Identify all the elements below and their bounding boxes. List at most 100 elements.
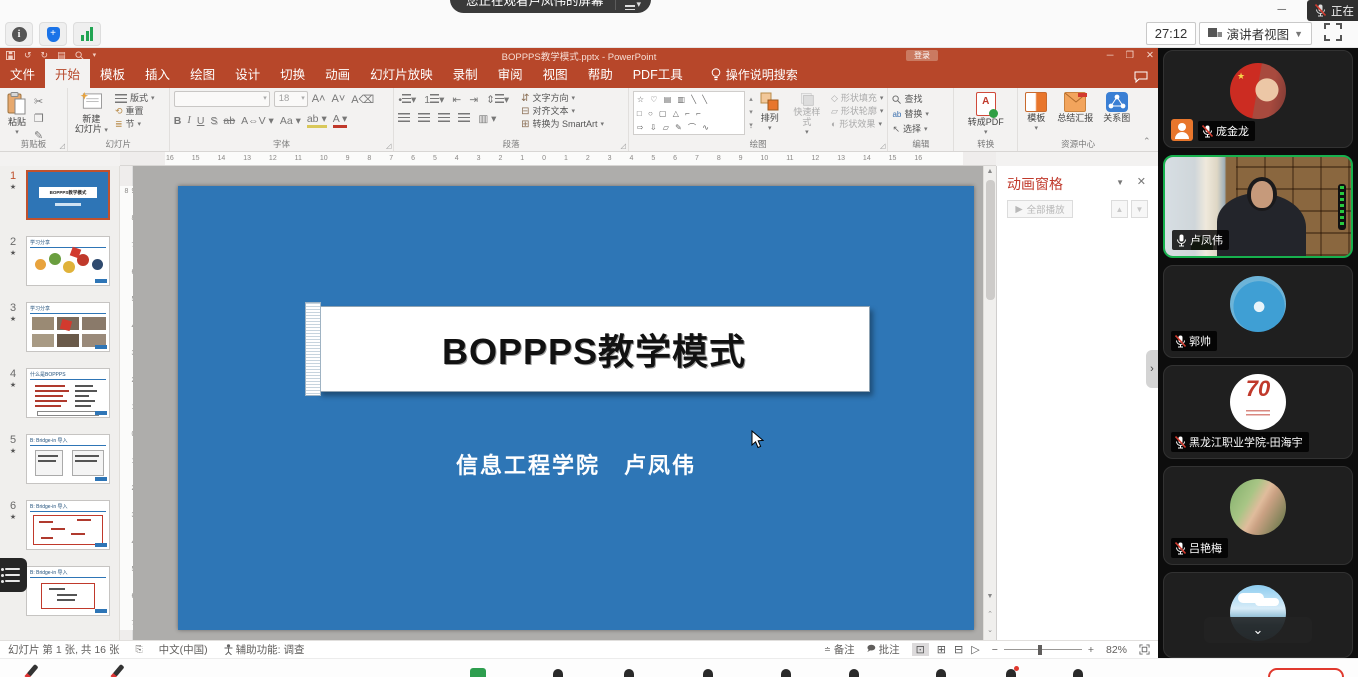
reset-button[interactable]: ⟲重置: [115, 106, 155, 117]
slide-scrollbar[interactable]: ▲ ▼ ⌃ ⌄: [983, 166, 996, 640]
slide-title-box[interactable]: BOPPPS教学模式: [318, 306, 870, 392]
win-minimize-icon[interactable]: ─: [1107, 50, 1114, 61]
slide-7-preview[interactable]: B: Bridge-in 导入: [26, 566, 110, 616]
new-slide-button[interactable]: 新建 幻灯片 ▾: [72, 91, 111, 137]
font-color-button[interactable]: A ▾: [333, 113, 348, 128]
align-right-button[interactable]: [438, 113, 450, 125]
toolbar-icon[interactable]: [936, 669, 946, 677]
minimize-icon[interactable]: ─: [1277, 2, 1286, 16]
participant-tile[interactable]: 70 黑龙江职业学院-田海宇: [1163, 365, 1353, 459]
thumbnail-slide-2[interactable]: 2★ 学习分享: [0, 236, 119, 286]
numbering-button[interactable]: 1▾: [424, 94, 444, 106]
toolbar-icon[interactable]: [703, 669, 713, 677]
participant-tile[interactable]: 郭帅: [1163, 265, 1353, 358]
zoom-in-icon[interactable]: +: [1088, 644, 1094, 656]
copy-icon[interactable]: ❐: [34, 112, 44, 125]
slide-6-preview[interactable]: B: Bridge-in 导入: [26, 500, 110, 550]
shape-outline-button[interactable]: ▱形状轮廓▾: [831, 106, 883, 117]
pane-close-icon[interactable]: ✕: [1137, 175, 1146, 188]
select-button[interactable]: ↖选择▾: [892, 124, 928, 135]
annotation-pen-icon[interactable]: [26, 664, 38, 677]
signin-button[interactable]: 登录: [906, 50, 938, 61]
justify-button[interactable]: [458, 113, 470, 125]
participant-tile[interactable]: ⌄: [1163, 572, 1353, 658]
thumbnail-slide-1[interactable]: 1★ BOPPPS教学模式: [0, 170, 119, 220]
zoom-percent[interactable]: 82%: [1106, 644, 1127, 656]
columns-button[interactable]: ▥ ▾: [478, 113, 496, 125]
accessibility-status[interactable]: 辅助功能: 调查: [224, 642, 305, 657]
paste-button[interactable]: 粘贴 ▾: [4, 91, 30, 137]
shapes-scroll-up[interactable]: ▴: [749, 95, 753, 103]
thumbnail-slide-5[interactable]: 5★ B: Bridge-in 导入: [0, 434, 119, 484]
smartart-button[interactable]: ⊞转换为 SmartArt▾: [521, 119, 604, 130]
share-screen-icon[interactable]: [470, 668, 486, 677]
fit-to-window-icon[interactable]: [1139, 644, 1150, 655]
strikethrough-button[interactable]: ab: [223, 115, 235, 127]
thumbnail-slide-4[interactable]: 4★ 什么是BOPPPS: [0, 368, 119, 418]
slide-5-preview[interactable]: B: Bridge-in 导入: [26, 434, 110, 484]
tab-record[interactable]: 录制: [443, 59, 488, 88]
toolbar-icon[interactable]: [1073, 669, 1083, 677]
scroll-participants-button[interactable]: ⌄: [1204, 617, 1312, 643]
current-slide[interactable]: BOPPPS教学模式 信息工程学院 卢凤伟: [178, 186, 974, 630]
corner-mic-widget[interactable]: 正在: [1307, 0, 1358, 21]
ribbon-collapse[interactable]: ⌃: [1138, 88, 1158, 151]
participant-tile-video[interactable]: 卢凤伟: [1163, 155, 1353, 258]
tab-slideshow[interactable]: 幻灯片放映: [360, 59, 443, 88]
relation-chart-button[interactable]: 关系图: [1100, 91, 1133, 137]
notes-button[interactable]: ≐备注: [824, 642, 855, 657]
leave-meeting-button[interactable]: [1268, 668, 1344, 677]
line-spacing-button[interactable]: ⇕▾: [486, 94, 509, 106]
fullscreen-button[interactable]: [1324, 23, 1344, 43]
language-status[interactable]: 中文(中国): [159, 642, 208, 657]
arrange-button[interactable]: 排列 ▾: [757, 91, 783, 137]
quick-styles-button[interactable]: 快速样式 ▾: [787, 91, 827, 137]
toolbar-icon[interactable]: [624, 669, 634, 677]
align-left-button[interactable]: [398, 113, 410, 125]
toolbar-icon[interactable]: [781, 669, 791, 677]
zoom-control[interactable]: − +: [992, 644, 1094, 656]
align-text-button[interactable]: ⊟对齐文本▾: [521, 106, 604, 117]
pane-options-icon[interactable]: ▼: [1116, 178, 1124, 187]
change-case-button[interactable]: Aa ▾: [280, 115, 301, 127]
slide-canvas[interactable]: BOPPPS教学模式 信息工程学院 卢凤伟: [133, 166, 983, 640]
sidebar-collapse-handle[interactable]: ›: [1146, 350, 1158, 388]
zoom-slider[interactable]: [1004, 649, 1082, 650]
bold-button[interactable]: B: [174, 115, 182, 127]
shrink-font-button[interactable]: A˅: [331, 93, 345, 105]
participant-tile[interactable]: 吕艳梅: [1163, 466, 1353, 565]
previous-slide-icon[interactable]: ⌃: [984, 610, 996, 618]
font-name-combobox[interactable]: [174, 91, 270, 107]
char-spacing-button[interactable]: A⇔V ▾: [241, 115, 274, 127]
move-later-button[interactable]: ▼: [1131, 200, 1148, 218]
align-center-button[interactable]: [418, 113, 430, 125]
meeting-security-button[interactable]: [39, 22, 67, 46]
play-all-button[interactable]: ▶ 全部播放: [1007, 200, 1073, 218]
win-close-icon[interactable]: ✕: [1146, 50, 1154, 61]
font-dialog-launcher[interactable]: ◿: [386, 142, 391, 150]
toolbar-icon[interactable]: [849, 669, 859, 677]
tab-pdf-tools[interactable]: PDF工具: [623, 59, 693, 88]
increase-indent-button[interactable]: ⇥: [469, 94, 478, 106]
win-restore-icon[interactable]: ❐: [1126, 50, 1135, 61]
participant-tile[interactable]: 庞金龙: [1163, 50, 1353, 148]
to-pdf-button[interactable]: 转成PDF ▾: [965, 91, 1007, 137]
comments-button[interactable]: 🗩批注: [867, 642, 900, 657]
tab-transitions[interactable]: 切换: [270, 59, 315, 88]
thumbnail-slide-6[interactable]: 6★ B: Bridge-in 导入: [0, 500, 119, 550]
move-earlier-button[interactable]: ▲: [1111, 200, 1128, 218]
slide-4-preview[interactable]: 什么是BOPPPS: [26, 368, 110, 418]
view-mode-dropdown[interactable]: 演讲者视图 ▼: [1199, 22, 1312, 45]
slide-sorter-button[interactable]: ⊞: [937, 643, 946, 656]
tab-template[interactable]: 模板: [90, 59, 135, 88]
tab-draw[interactable]: 绘图: [180, 59, 225, 88]
meeting-info-button[interactable]: i: [5, 22, 33, 46]
decrease-indent-button[interactable]: ⇤: [452, 94, 461, 106]
shapes-gallery[interactable]: ☆ ♡ ▤ ▥ ╲ ╲□ ○ ▢ △ ⌐ ⌐⇨ ⇩ ▱ ✎ ⌒ ∿: [633, 91, 745, 135]
text-direction-button[interactable]: ⇵文字方向▾: [521, 93, 604, 104]
tab-insert[interactable]: 插入: [135, 59, 180, 88]
layout-button[interactable]: 版式▾: [115, 93, 155, 104]
comments-icon[interactable]: [1134, 71, 1148, 83]
banner-menu-icon[interactable]: ▾: [625, 0, 642, 10]
network-status-button[interactable]: [73, 22, 101, 46]
